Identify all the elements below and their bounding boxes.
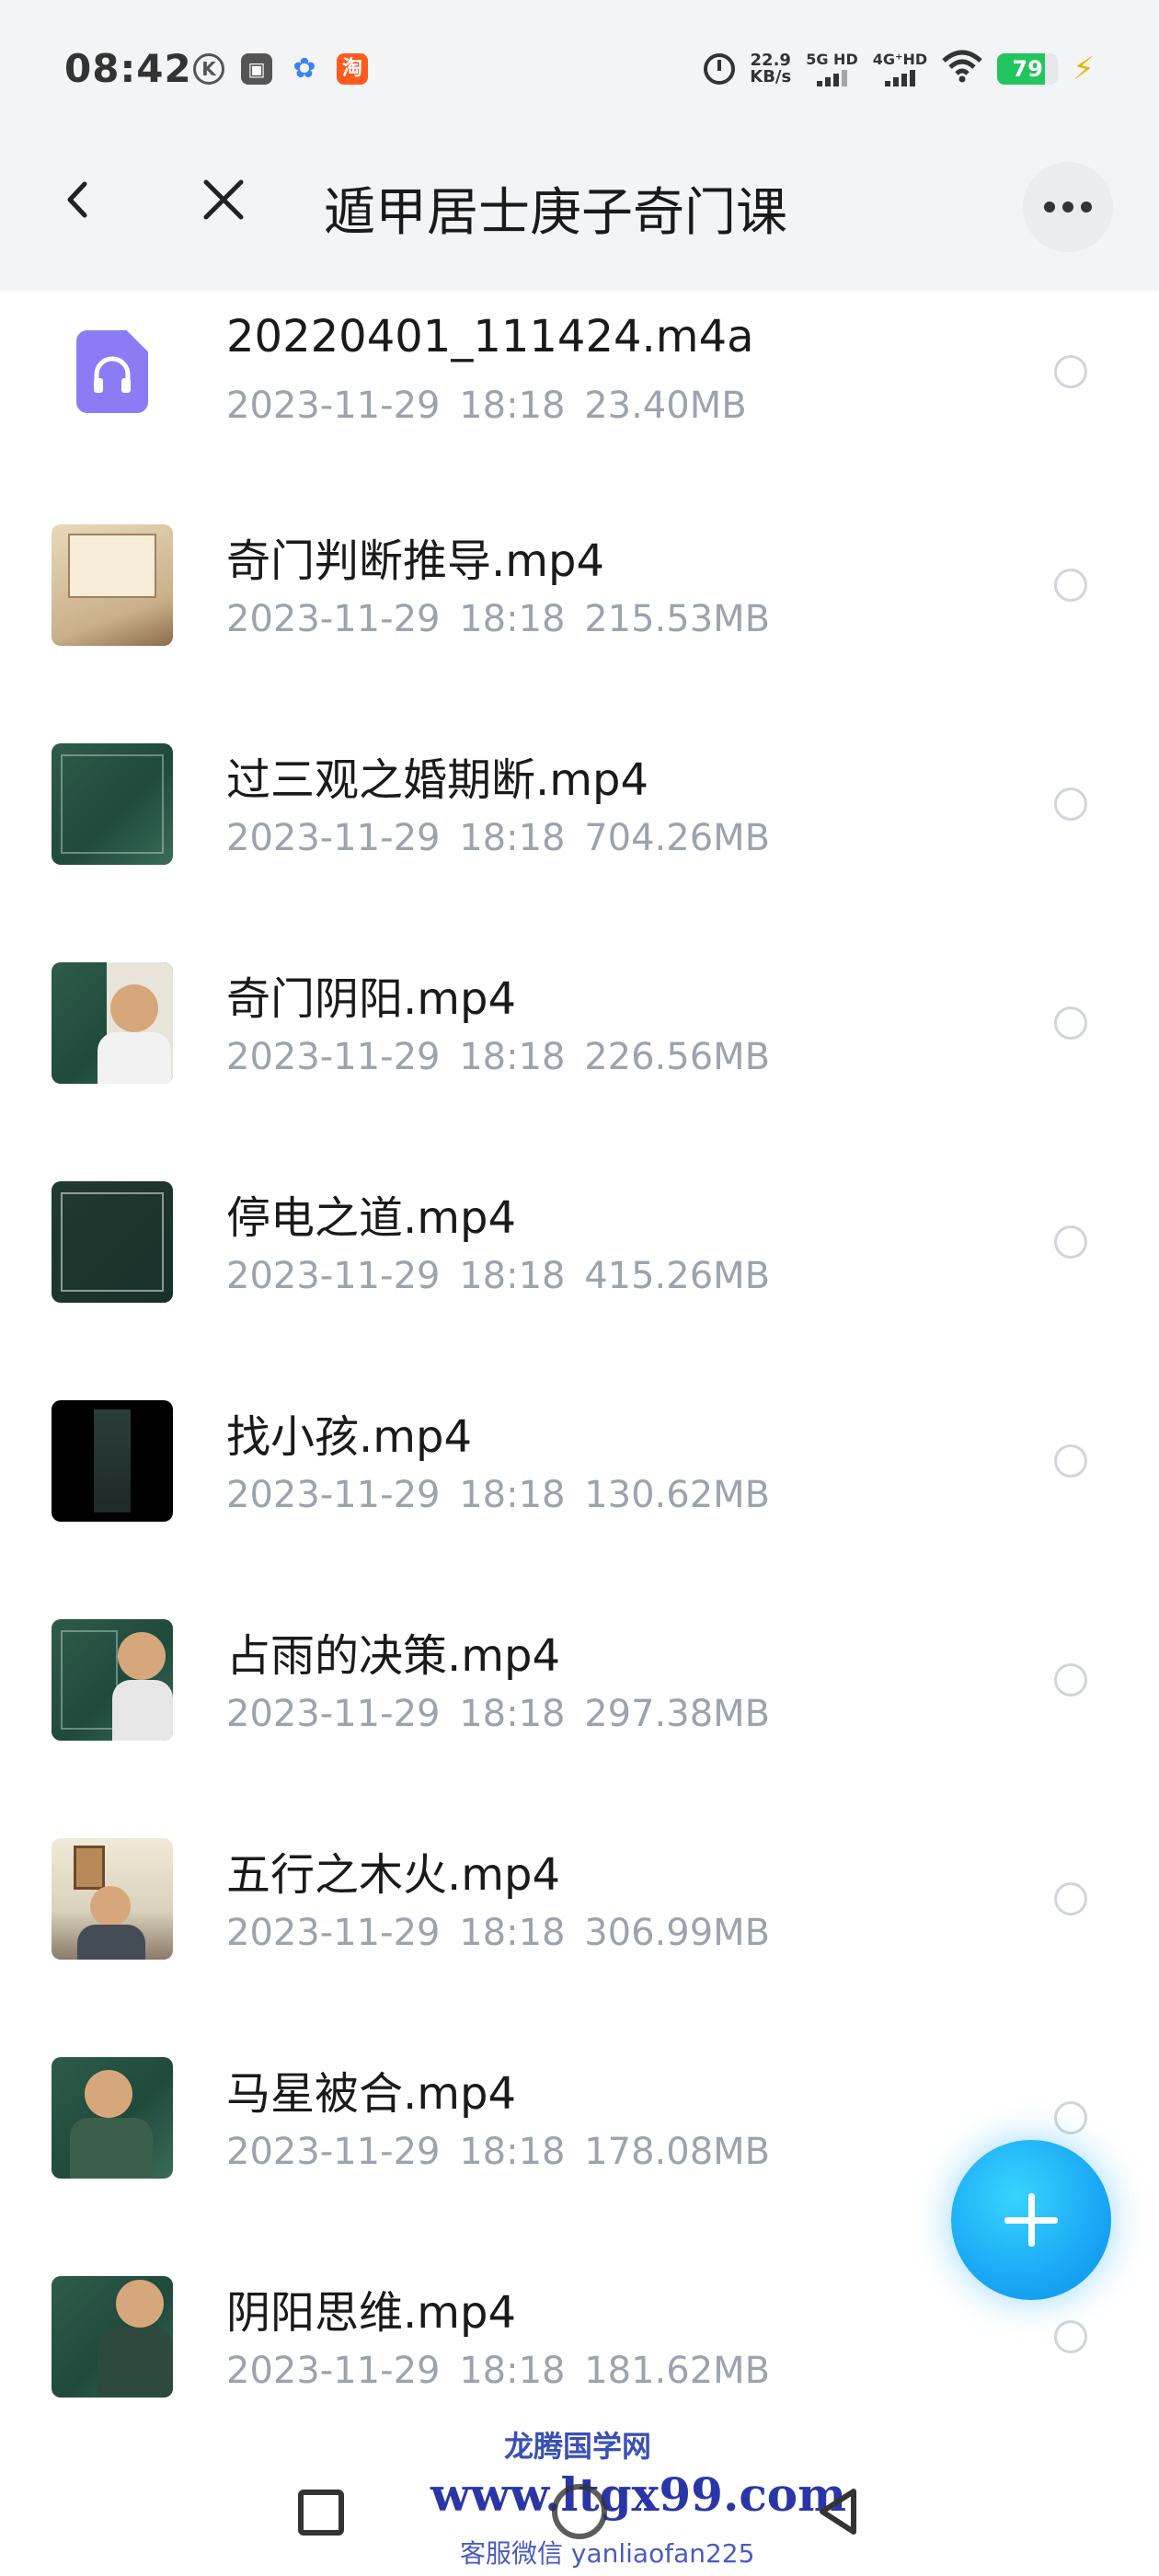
file-meta: 2023-11-29 18:18 130.62MB [226, 1474, 771, 1516]
nav-back-button[interactable] [813, 2484, 868, 2539]
file-name: 五行之木火.mp4 [226, 1849, 561, 1901]
select-radio[interactable] [1054, 1006, 1087, 1040]
video-thumbnail [52, 1400, 173, 1522]
list-item[interactable]: 20220401_111424.m4a 2023-11-29 18:18 23.… [0, 311, 1159, 530]
status-indicators: 22.9 KB/s 5G HD 4G⁺HD 79 ⚡ [704, 48, 1095, 90]
video-thumbnail [52, 2057, 173, 2179]
select-radio[interactable] [1054, 2101, 1087, 2134]
home-button[interactable] [552, 2484, 607, 2539]
recent-apps-button[interactable] [298, 2490, 344, 2536]
app-square-icon: ▣ [241, 53, 272, 85]
select-radio[interactable] [1054, 1225, 1087, 1259]
more-options-button[interactable] [1023, 162, 1113, 252]
close-icon [203, 179, 244, 220]
page-title: 遁甲居士庚子奇门课 [324, 183, 787, 243]
video-thumbnail [52, 2276, 173, 2398]
list-item[interactable]: 奇门判断推导.mp4 2023-11-29 18:18 215.53MB [0, 524, 1159, 743]
battery-icon: 79 [997, 53, 1059, 85]
taobao-icon: 淘 [337, 53, 368, 85]
select-radio[interactable] [1054, 788, 1087, 821]
watermark-title: 龙腾国学网 [504, 2429, 652, 2464]
file-name: 奇门判断推导.mp4 [226, 535, 605, 587]
select-radio[interactable] [1054, 1882, 1087, 1915]
charging-icon: ⚡ [1073, 51, 1095, 87]
video-thumbnail [52, 962, 173, 1084]
file-meta: 2023-11-29 18:18 181.62MB [226, 2350, 771, 2392]
list-item[interactable]: 占雨的决策.mp4 2023-11-29 18:18 297.38MB [0, 1619, 1159, 1838]
signal-4g-icon: 4G⁺HD [873, 52, 927, 86]
add-button[interactable] [951, 2140, 1111, 2300]
file-meta: 2023-11-29 18:18 415.26MB [226, 1255, 771, 1297]
list-item[interactable]: 找小孩.mp4 2023-11-29 18:18 130.62MB [0, 1400, 1159, 1619]
top-app-bar: 遁甲居士庚子奇门课 [0, 116, 1159, 291]
file-meta: 2023-11-29 18:18 226.56MB [226, 1036, 771, 1078]
more-horizontal-icon [1044, 201, 1055, 213]
list-item[interactable]: 五行之木火.mp4 2023-11-29 18:18 306.99MB [0, 1838, 1159, 2057]
file-name: 占雨的决策.mp4 [226, 1630, 561, 1682]
alarm-icon [704, 53, 736, 85]
back-button[interactable] [46, 167, 110, 232]
select-radio[interactable] [1054, 569, 1087, 602]
file-name: 找小孩.mp4 [226, 1411, 473, 1463]
triangle-back-icon [820, 2489, 856, 2535]
file-name: 20220401_111424.m4a [226, 311, 754, 362]
status-bar: 08:42 K ▣ ✿ 淘 22.9 KB/s 5G HD 4G⁺HD 79 ⚡ [0, 0, 1159, 116]
flower-app-icon: ✿ [293, 52, 316, 85]
audio-file-icon [52, 311, 173, 432]
video-thumbnail [52, 1838, 173, 1960]
network-speed: 22.9 KB/s [750, 51, 792, 86]
chevron-left-icon [67, 181, 87, 218]
k-app-icon: K [193, 53, 224, 85]
select-radio[interactable] [1054, 1444, 1087, 1478]
file-meta: 2023-11-29 18:18 215.53MB [226, 598, 771, 640]
select-radio[interactable] [1054, 2320, 1087, 2353]
wifi-icon [942, 50, 982, 89]
file-meta: 2023-11-29 18:18 23.40MB [226, 385, 747, 427]
list-item[interactable]: 奇门阴阳.mp4 2023-11-29 18:18 226.56MB [0, 962, 1159, 1181]
list-item[interactable]: 停电之道.mp4 2023-11-29 18:18 415.26MB [0, 1181, 1159, 1400]
video-thumbnail [52, 743, 173, 865]
video-thumbnail [52, 524, 173, 646]
file-meta: 2023-11-29 18:18 306.99MB [226, 1912, 771, 1954]
file-meta: 2023-11-29 18:18 178.08MB [226, 2131, 771, 2173]
file-meta: 2023-11-29 18:18 297.38MB [226, 1693, 771, 1735]
watermark-contact: 客服微信 yanliaofan225 [460, 2538, 755, 2569]
signal-5g-icon: 5G HD [806, 52, 858, 86]
video-thumbnail [52, 1619, 173, 1741]
file-name: 停电之道.mp4 [226, 1192, 517, 1244]
file-name: 过三观之婚期断.mp4 [226, 754, 649, 806]
file-name: 阴阳思维.mp4 [226, 2287, 517, 2339]
status-time: 08:42 [64, 46, 192, 91]
list-item[interactable]: 过三观之婚期断.mp4 2023-11-29 18:18 704.26MB [0, 743, 1159, 962]
file-name: 马星被合.mp4 [226, 2068, 517, 2120]
file-meta: 2023-11-29 18:18 704.26MB [226, 817, 771, 859]
select-radio[interactable] [1054, 1663, 1087, 1696]
video-thumbnail [52, 1181, 173, 1303]
watermark-url: www.ltgx99.com [430, 2467, 847, 2522]
close-button[interactable] [191, 167, 256, 232]
file-name: 奇门阴阳.mp4 [226, 973, 517, 1025]
select-radio[interactable] [1054, 355, 1087, 388]
